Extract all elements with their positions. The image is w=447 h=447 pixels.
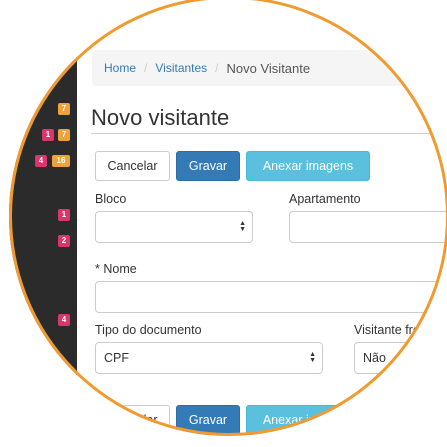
badge: 7 [58,103,70,115]
breadcrumb-home-link[interactable]: Home [104,61,136,75]
select-arrows-icon: ▲ ▼ [239,220,246,233]
tipo-documento-label: Tipo do documento [95,323,202,337]
tipo-documento-value: CPF [104,351,129,365]
visitante-frequente-select[interactable]: Não [354,342,447,374]
apartamento-label: Apartamento [289,192,361,206]
badge: 2 [58,235,70,247]
apartamento-field[interactable] [289,211,447,243]
nome-field[interactable] [95,281,447,313]
visitante-frequente-value: Não [363,351,386,365]
badge: 1 [58,209,70,221]
save-button[interactable]: Gravar [176,151,240,181]
cancel-button[interactable]: Cancelar [95,151,170,181]
breadcrumb-separator: / [144,61,148,75]
save-button-bottom[interactable]: Gravar [176,405,240,435]
visitante-frequente-label: Visitante frequente [354,323,447,337]
nome-label: * Nome [95,262,137,276]
attach-images-button[interactable]: Anexar imagens [246,151,370,181]
badge: 1 [42,129,54,141]
badge: 4 [35,155,47,167]
page-title: Novo visitante [91,105,230,130]
bloco-select[interactable]: ▲ ▼ [95,211,253,243]
tipo-documento-select[interactable]: CPF ▲ ▼ [95,342,323,374]
breadcrumb: Home / Visitantes / Novo Visitante [92,50,447,86]
select-arrows-icon: ▲ ▼ [309,351,316,364]
main-content: Home / Visitantes / Novo Visitante Novo … [77,0,447,436]
badge: 16 [52,155,70,167]
attach-images-button-bottom[interactable]: Anexar imagens [246,405,370,435]
badge: 7 [58,129,70,141]
badge: 4 [58,314,70,326]
cancel-button-bottom[interactable]: Cancelar [95,405,170,435]
breadcrumb-separator: / [215,61,219,75]
breadcrumb-visitors-link[interactable]: Visitantes [155,61,207,75]
title-divider [91,133,447,134]
breadcrumb-current: Novo Visitante [226,60,311,76]
sidebar: 7 1 7 4 16 1 2 4 [9,0,77,436]
bloco-label: Bloco [95,192,127,206]
magnified-view: 7 1 7 4 16 1 2 4 Home / Visitantes / Nov… [9,0,447,436]
